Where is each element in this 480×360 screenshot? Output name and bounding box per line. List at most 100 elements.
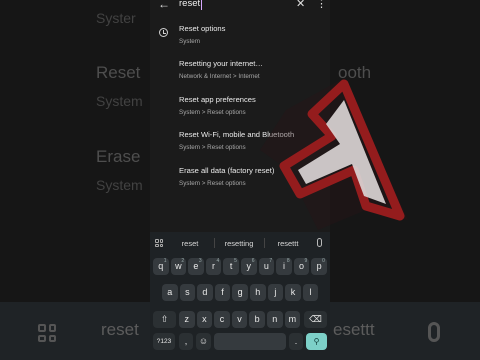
grid-icon[interactable]	[155, 239, 163, 247]
key-label: j	[274, 287, 277, 297]
key-label: q	[158, 261, 164, 271]
suggestion-strip: reset resetting resettt	[150, 232, 330, 254]
result-reset-app-preferences[interactable]: Reset app preferences System > Reset opt…	[150, 85, 330, 119]
key-label: p	[316, 261, 322, 271]
result-subtitle: Network & Internet > Internet	[179, 73, 260, 80]
key-g[interactable]: g	[232, 284, 248, 301]
more-vert-icon[interactable]: ⋮	[316, 0, 327, 11]
key-b[interactable]: b	[249, 311, 265, 328]
bg-top-sub: Syster	[96, 10, 136, 26]
key-t[interactable]: t5	[223, 258, 239, 275]
key-f[interactable]: f	[214, 284, 231, 301]
key-label: s	[185, 287, 190, 297]
key-l[interactable]: l	[302, 284, 319, 301]
arrow-left-icon[interactable]: ←	[158, 0, 170, 11]
key-hint: 0	[322, 258, 325, 264]
period-key[interactable]: .	[289, 333, 303, 350]
space-key[interactable]	[214, 333, 286, 350]
key-label: a	[167, 287, 173, 297]
key-label: h	[255, 287, 261, 297]
key-hint: 3	[198, 258, 202, 264]
key-r[interactable]: r4	[205, 258, 222, 275]
bg-peek-text: ooth	[338, 63, 372, 82]
key-label: k	[290, 287, 296, 297]
emoji-key[interactable]: ☺	[196, 333, 211, 350]
key-c[interactable]: c	[214, 311, 230, 328]
key-x[interactable]: x	[196, 311, 213, 328]
result-factory-reset[interactable]: Erase all data (factory reset) System > …	[150, 156, 330, 190]
shift-key[interactable]: ⇧	[153, 311, 176, 328]
key-label: x	[202, 314, 207, 324]
bg-suggestion: reset	[101, 320, 139, 339]
key-label: g	[237, 287, 243, 297]
grid-icon	[38, 324, 56, 342]
key-hint: 5	[234, 258, 237, 264]
search-input[interactable]: reset	[179, 0, 200, 11]
key-hint: 9	[304, 258, 308, 264]
result-title: Reset Wi-Fi, mobile and Bluetooth	[179, 130, 295, 139]
result-title: Resetting your internet…	[179, 59, 263, 68]
key-i[interactable]: i8	[276, 258, 292, 275]
key-label: d	[202, 287, 208, 297]
result-title: Reset app preferences	[179, 95, 256, 104]
bg-item-title: Reset	[96, 63, 141, 82]
result-title: Erase all data (factory reset)	[179, 166, 275, 175]
key-k[interactable]: k	[285, 284, 301, 301]
bg-item-sub: System	[96, 93, 143, 109]
suggestion-divider	[264, 238, 265, 248]
key-label: e	[193, 261, 199, 271]
key-label: y	[246, 261, 252, 271]
suggestion-chip[interactable]: resetting	[220, 239, 258, 248]
suggestion-chip[interactable]: reset	[172, 239, 208, 248]
key-q[interactable]: q1	[153, 258, 169, 275]
history-icon	[159, 28, 168, 37]
key-label: o	[299, 261, 305, 271]
mic-icon	[428, 322, 440, 342]
key-a[interactable]: a	[162, 284, 178, 301]
key-label: r	[212, 261, 216, 271]
on-screen-keyboard: reset resetting resettt q1w2e3r4t5y6u7i8…	[150, 232, 330, 360]
comma-key[interactable]: ,	[179, 333, 193, 350]
key-label: f	[221, 287, 224, 297]
mic-icon[interactable]	[317, 238, 322, 247]
key-d[interactable]: d	[197, 284, 213, 301]
key-o[interactable]: o9	[293, 258, 310, 275]
key-z[interactable]: z	[179, 311, 195, 328]
key-v[interactable]: v	[231, 311, 248, 328]
search-key[interactable]: ⚲	[306, 333, 327, 350]
key-m[interactable]: m	[284, 311, 301, 328]
key-p[interactable]: p0	[311, 258, 327, 275]
search-bar: ← reset ✕ ⋮	[150, 0, 330, 14]
key-label: l	[309, 287, 312, 297]
key-u[interactable]: u7	[258, 258, 275, 275]
bg-item-title: Erase	[96, 147, 141, 166]
close-icon[interactable]: ✕	[296, 0, 305, 11]
bg-suggestion: esettt	[333, 320, 375, 339]
result-reset-options[interactable]: Reset options System	[150, 14, 330, 48]
key-j[interactable]: j	[267, 284, 284, 301]
key-s[interactable]: s	[179, 284, 196, 301]
backspace-key[interactable]: ⌫	[304, 311, 327, 328]
key-n[interactable]: n	[267, 311, 283, 328]
key-label: v	[237, 314, 242, 324]
key-w[interactable]: w2	[170, 258, 187, 275]
result-subtitle: System	[179, 38, 200, 45]
key-y[interactable]: y6	[241, 258, 257, 275]
key-label: z	[184, 314, 190, 324]
key-label: m	[288, 314, 297, 324]
key-hint: 7	[269, 258, 273, 264]
key-hint: 2	[181, 258, 185, 264]
key-label: c	[219, 314, 225, 324]
result-subtitle: System > Reset options	[179, 180, 246, 187]
key-label: i	[282, 261, 285, 271]
result-resetting-internet[interactable]: Resetting your internet… Network & Inter…	[150, 49, 330, 83]
symbols-key[interactable]: ?123	[153, 333, 175, 350]
text-cursor	[201, 0, 202, 10]
suggestion-chip[interactable]: resettt	[270, 239, 306, 248]
key-e[interactable]: e3	[188, 258, 204, 275]
key-hint: 6	[251, 258, 255, 264]
result-subtitle: System > Reset options	[179, 109, 246, 116]
key-hint: 8	[286, 258, 290, 264]
result-reset-wifi-mobile-bluetooth[interactable]: Reset Wi-Fi, mobile and Bluetooth System…	[150, 120, 330, 154]
key-h[interactable]: h	[250, 284, 266, 301]
